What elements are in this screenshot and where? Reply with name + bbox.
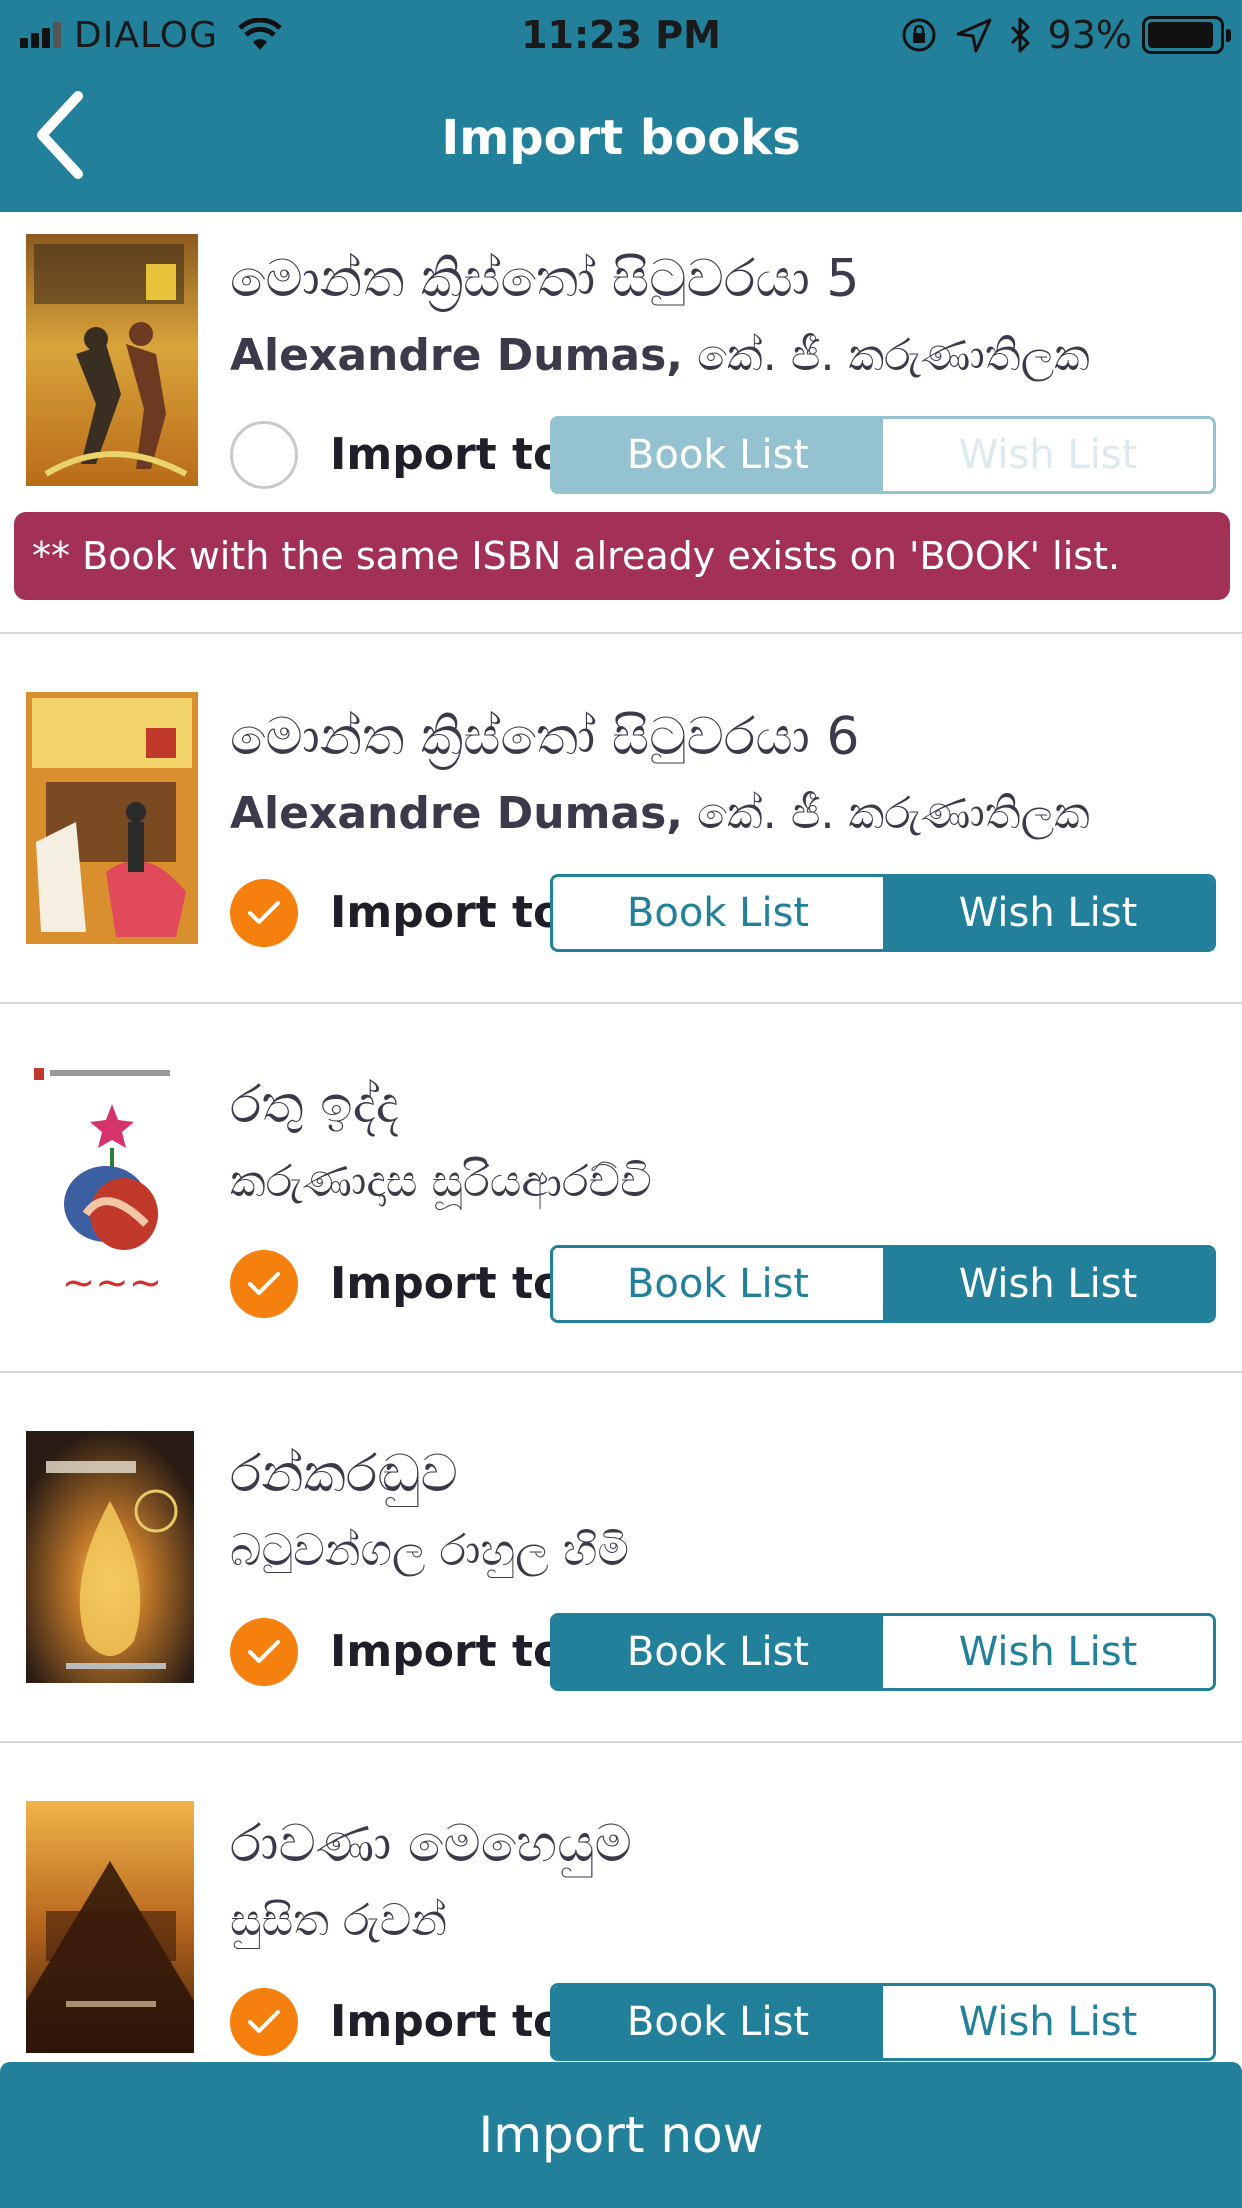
book-title: රන්කරඬුව: [230, 1444, 458, 1504]
book-author-sinhala: කේ. ජී. කරුණාතිලක: [697, 330, 1090, 381]
nav-bar: Import books: [0, 70, 1242, 212]
book-title: රාවණා මෙහෙයුම: [230, 1814, 632, 1874]
book-cover-image[interactable]: [26, 692, 198, 944]
import-target-segmented-control[interactable]: Book List Wish List: [550, 1983, 1216, 2061]
select-checkbox[interactable]: [230, 1250, 298, 1318]
book-list[interactable]: මොන්ත ක්‍රිස්තෝ සිටුවරයා 5 Alexandre Dum…: [0, 212, 1242, 2062]
book-author-sinhala: කරුණාදාස සූරියආරච්චි: [230, 1156, 652, 1207]
checkmark-icon: [248, 1640, 280, 1663]
status-right: 93%: [900, 10, 1231, 60]
book-cover-image[interactable]: [26, 1801, 194, 2053]
book-author-latin: Alexandre Dumas,: [230, 330, 684, 381]
segment-book-list[interactable]: Book List: [553, 419, 883, 491]
import-target-segmented-control[interactable]: Book List Wish List: [550, 1245, 1216, 1323]
import-to-label: Import to: [330, 429, 564, 480]
list-item: මොන්ත ක්‍රිස්තෝ සිටුවරයා 5 Alexandre Dum…: [0, 212, 1242, 634]
page-title: Import books: [441, 110, 801, 166]
battery-tip: [1226, 29, 1231, 42]
select-checkbox[interactable]: [230, 1618, 298, 1686]
segment-wish-list[interactable]: Wish List: [883, 1248, 1213, 1320]
import-to-label: Import to: [330, 1626, 564, 1677]
select-checkbox[interactable]: [230, 1988, 298, 2056]
import-to-label: Import to: [330, 887, 564, 938]
status-bar: DIALOG 11:23 PM 93%: [0, 0, 1242, 70]
book-author: සුසිත රුවන්: [230, 1891, 447, 1951]
book-cover-image[interactable]: ~~~: [26, 1064, 198, 1316]
segment-wish-list[interactable]: Wish List: [883, 1986, 1213, 2058]
book-cover-image[interactable]: [26, 234, 198, 486]
book-author-sinhala: බටුවන්ගල රාහුල හිමි: [230, 1525, 629, 1576]
import-to-label: Import to: [330, 1996, 564, 2047]
list-item: ~~~ රතු ඉද්ද කරුණාදාස සූරියආරච්චි Import…: [0, 1004, 1242, 1373]
app-header: DIALOG 11:23 PM 93% Import books: [0, 0, 1242, 212]
book-author-latin: Alexandre Dumas,: [230, 788, 684, 839]
checkmark-icon: [248, 2010, 280, 2033]
import-to-label: Import to: [330, 1258, 564, 1309]
location-icon: [956, 18, 992, 53]
duplicate-isbn-warning: ** Book with the same ISBN already exist…: [14, 512, 1230, 600]
checkmark-icon: [248, 1272, 280, 1295]
select-checkbox[interactable]: [230, 421, 298, 489]
segment-wish-list[interactable]: Wish List: [883, 419, 1213, 491]
list-item: මොන්ත ක්‍රිස්තෝ සිටුවරයා 6 Alexandre Dum…: [0, 634, 1242, 1004]
rotation-lock-icon: [902, 18, 936, 52]
book-author-sinhala: කේ. ජී. කරුණාතිලක: [697, 788, 1090, 839]
import-now-button[interactable]: Import now: [0, 2062, 1242, 2208]
list-item: රාවණා මෙහෙයුම සුසිත රුවන් Import to Book…: [0, 1743, 1242, 2062]
svg-text:~~~: ~~~: [62, 1260, 163, 1306]
segment-book-list[interactable]: Book List: [553, 877, 883, 949]
battery-icon: [1142, 16, 1231, 54]
segment-book-list[interactable]: Book List: [553, 1986, 883, 2058]
import-target-segmented-control[interactable]: Book List Wish List: [550, 874, 1216, 952]
book-author: බටුවන්ගල රාහුල හිමි: [230, 1521, 629, 1581]
import-target-segmented-control[interactable]: Book List Wish List: [550, 1613, 1216, 1691]
book-title: මොන්ත ක්‍රිස්තෝ සිටුවරයා 5: [230, 249, 860, 309]
checkmark-icon: [248, 901, 280, 924]
list-item: රන්කරඬුව බටුවන්ගල රාහුල හිමි Import to B…: [0, 1373, 1242, 1743]
segment-wish-list[interactable]: Wish List: [883, 877, 1213, 949]
book-title: මොන්ත ක්‍රිස්තෝ සිටුවරයා 6: [230, 707, 860, 767]
book-author: Alexandre Dumas, කේ. ජී. කරුණාතිලක: [230, 326, 1090, 386]
segment-book-list[interactable]: Book List: [553, 1248, 883, 1320]
segment-book-list[interactable]: Book List: [553, 1616, 883, 1688]
book-author: කරුණාදාස සූරියආරච්චි: [230, 1152, 652, 1212]
book-cover-image[interactable]: [26, 1431, 194, 1683]
bluetooth-icon: [1010, 17, 1030, 53]
import-target-segmented-control[interactable]: Book List Wish List: [550, 416, 1216, 494]
book-author-sinhala: සුසිත රුවන්: [230, 1895, 448, 1946]
battery-percent: 93%: [1047, 13, 1132, 57]
book-author: Alexandre Dumas, කේ. ජී. කරුණාතිලක: [230, 784, 1090, 844]
select-checkbox[interactable]: [230, 879, 298, 947]
segment-wish-list[interactable]: Wish List: [883, 1616, 1213, 1688]
book-title: රතු ඉද්ද: [230, 1075, 399, 1135]
battery-fill: [1148, 22, 1214, 48]
